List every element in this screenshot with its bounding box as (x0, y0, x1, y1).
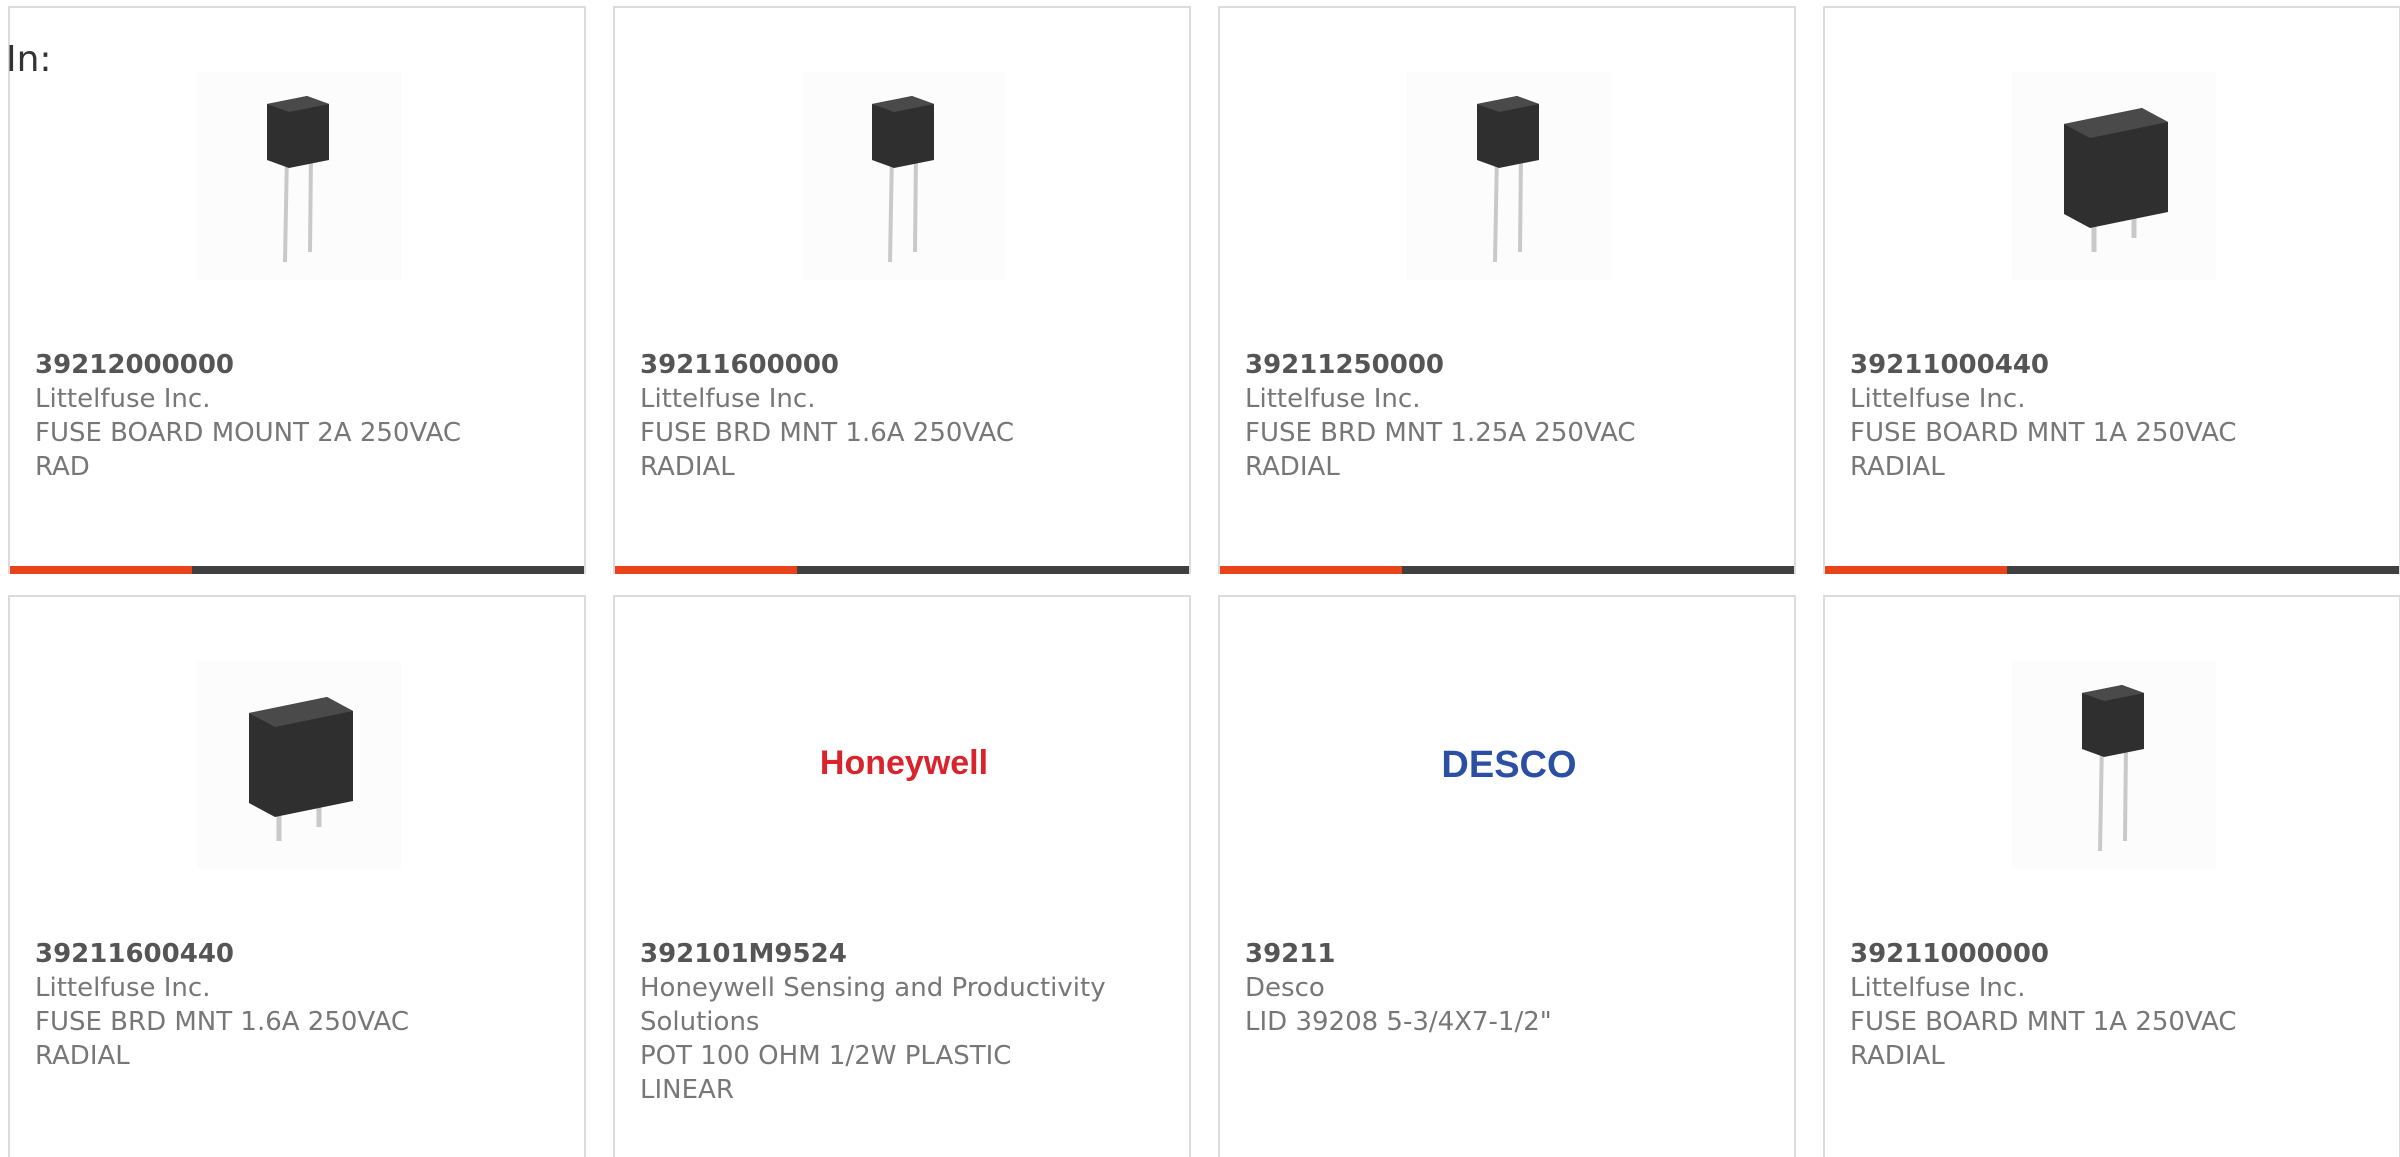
desco-logo-text: DESCO (1441, 744, 1576, 786)
card-accent-bar (615, 566, 797, 574)
fuse-small-icon (872, 96, 934, 263)
product-card[interactable]: 39211000000 Littelfuse Inc. FUSE BOARD M… (1823, 595, 2400, 1157)
product-info: 39211000440 Littelfuse Inc. FUSE BOARD M… (1850, 348, 2320, 484)
product-info: 39211600440 Littelfuse Inc. FUSE BRD MNT… (35, 937, 505, 1073)
product-image[interactable]: DESCO (1407, 661, 1611, 869)
manufacturer: Littelfuse Inc. (1850, 384, 2026, 414)
card-bottom-bar (615, 566, 1189, 574)
part-number[interactable]: 39211000440 (1850, 348, 2320, 382)
part-number[interactable]: 39211250000 (1245, 348, 1715, 382)
fuse-large-icon (2064, 108, 2168, 252)
product-image[interactable] (2012, 72, 2216, 280)
product-card[interactable]: Honeywell 392101M9524 Honeywell Sensing … (613, 595, 1191, 1157)
fuse-small-icon (1477, 96, 1539, 263)
description: POT 100 OHM 1/2W PLASTIC LINEAR (640, 1041, 1012, 1105)
card-bottom-bar (1825, 566, 2399, 574)
product-info: 39211000000 Littelfuse Inc. FUSE BOARD M… (1850, 937, 2320, 1073)
manufacturer: Littelfuse Inc. (1245, 384, 1421, 414)
product-card[interactable]: DESCO 39211 Desco LID 39208 5-3/4X7-1/2" (1218, 595, 1796, 1157)
card-bottom-bar (10, 566, 584, 574)
fuse-large-icon (249, 697, 353, 841)
fuse-small-icon (2082, 685, 2144, 852)
description: FUSE BRD MNT 1.6A 250VAC RADIAL (640, 418, 1015, 482)
product-image[interactable] (2012, 661, 2216, 869)
card-accent-bar (10, 566, 192, 574)
product-card[interactable]: 39211600440 Littelfuse Inc. FUSE BRD MNT… (8, 595, 586, 1157)
manufacturer: Littelfuse Inc. (640, 384, 816, 414)
product-info: 39211600000 Littelfuse Inc. FUSE BRD MNT… (640, 348, 1110, 484)
description: FUSE BOARD MNT 1A 250VAC RADIAL (1850, 1007, 2237, 1071)
card-bottom-bar (1220, 566, 1794, 574)
honeywell-logo-text: Honeywell (820, 744, 988, 782)
product-info: 39211 Desco LID 39208 5-3/4X7-1/2" (1245, 937, 1715, 1039)
product-image[interactable] (197, 72, 401, 280)
product-info: 39211250000 Littelfuse Inc. FUSE BRD MNT… (1245, 348, 1715, 484)
desco-logo: DESCO (1441, 744, 1576, 786)
manufacturer: Littelfuse Inc. (35, 384, 211, 414)
product-card[interactable]: 39211250000 Littelfuse Inc. FUSE BRD MNT… (1218, 6, 1796, 574)
description: FUSE BRD MNT 1.6A 250VAC RADIAL (35, 1007, 410, 1071)
manufacturer: Desco (1245, 973, 1325, 1003)
in-label: In: (6, 39, 52, 80)
product-info: 39212000000 Littelfuse Inc. FUSE BOARD M… (35, 348, 505, 484)
part-number[interactable]: 39211600440 (35, 937, 505, 971)
part-number[interactable]: 39212000000 (35, 348, 505, 382)
fuse-small-icon (267, 96, 329, 263)
manufacturer: Littelfuse Inc. (1850, 973, 2026, 1003)
part-number[interactable]: 392101M9524 (640, 937, 1110, 971)
description: FUSE BOARD MNT 1A 250VAC RADIAL (1850, 418, 2237, 482)
description: FUSE BOARD MOUNT 2A 250VAC RAD (35, 418, 462, 482)
product-card[interactable]: 39211000440 Littelfuse Inc. FUSE BOARD M… (1823, 6, 2400, 574)
description: FUSE BRD MNT 1.25A 250VAC RADIAL (1245, 418, 1636, 482)
card-accent-bar (1825, 566, 2007, 574)
product-results-page: In: 39212000000 Littelfuse Inc. FUSE BOA… (0, 0, 2400, 1157)
part-number[interactable]: 39211000000 (1850, 937, 2320, 971)
product-grid: 39212000000 Littelfuse Inc. FUSE BOARD M… (8, 6, 2400, 1157)
manufacturer: Honeywell Sensing and Productivity Solut… (640, 973, 1106, 1037)
part-number[interactable]: 39211 (1245, 937, 1715, 971)
honeywell-logo: Honeywell (820, 744, 988, 782)
product-card[interactable]: 39212000000 Littelfuse Inc. FUSE BOARD M… (8, 6, 586, 574)
card-accent-bar (1220, 566, 1402, 574)
product-image[interactable] (197, 661, 401, 869)
part-number[interactable]: 39211600000 (640, 348, 1110, 382)
product-image[interactable] (802, 72, 1006, 280)
product-image[interactable] (1407, 72, 1611, 280)
product-card[interactable]: 39211600000 Littelfuse Inc. FUSE BRD MNT… (613, 6, 1191, 574)
product-image[interactable]: Honeywell (802, 661, 1006, 869)
description: LID 39208 5-3/4X7-1/2" (1245, 1007, 1552, 1037)
manufacturer: Littelfuse Inc. (35, 973, 211, 1003)
product-info: 392101M9524 Honeywell Sensing and Produc… (640, 937, 1110, 1107)
